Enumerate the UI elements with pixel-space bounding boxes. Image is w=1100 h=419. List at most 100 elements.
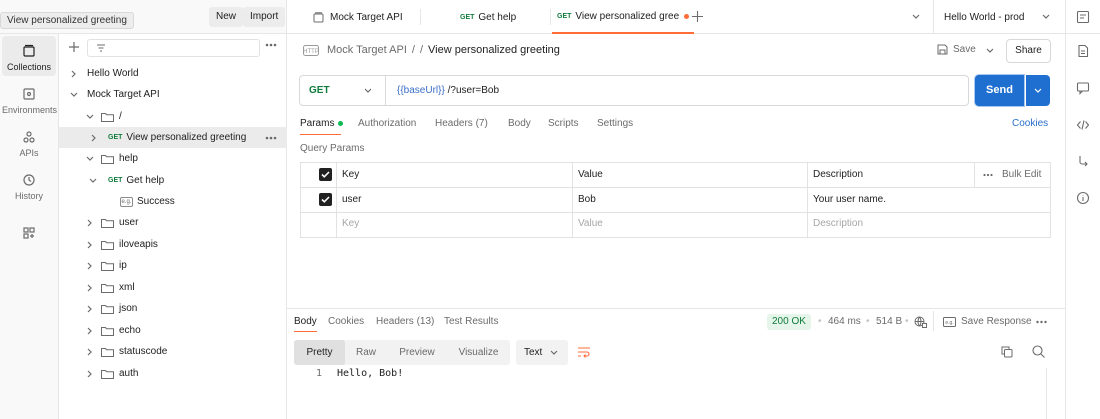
rail-item-environments[interactable]: Environments xyxy=(2,79,57,119)
wrap-lines-icon[interactable] xyxy=(577,346,591,358)
more-options-icon[interactable] xyxy=(983,173,993,177)
tree-item-mock-target-api[interactable]: Mock Target API xyxy=(59,84,287,105)
new-value-input[interactable]: Value xyxy=(578,218,603,229)
response-tab-test-results[interactable]: Test Results xyxy=(444,316,498,327)
tree-item-statuscode-folder[interactable]: statuscode xyxy=(59,341,287,362)
tree-item-echo-folder[interactable]: echo xyxy=(59,320,287,341)
url-bar: GET {{baseUrl}} /?user=Bob xyxy=(299,75,969,106)
more-options-icon[interactable] xyxy=(1036,320,1047,324)
chevron-right-icon xyxy=(85,218,95,228)
tab-body[interactable]: Body xyxy=(508,118,531,129)
sidebar-header: View personalized greeting New Import xyxy=(0,0,287,34)
save-button[interactable]: Save xyxy=(937,44,976,55)
tab-view-personalized-greeting[interactable]: GET View personalized gree xyxy=(552,0,695,34)
bulk-edit-button[interactable]: Bulk Edit xyxy=(1002,169,1041,180)
param-value[interactable]: Bob xyxy=(578,194,596,205)
params-active-dot xyxy=(338,120,344,126)
chevron-down-icon xyxy=(88,176,98,186)
filter-input[interactable] xyxy=(87,39,260,57)
tree-item-json-folder[interactable]: json xyxy=(59,298,287,319)
tab-mock-target-api[interactable]: Mock Target API xyxy=(313,0,403,34)
select-all-checkbox[interactable] xyxy=(319,168,332,181)
col-divider xyxy=(807,163,808,237)
format-visualize[interactable]: Visualize xyxy=(447,340,510,365)
search-icon[interactable] xyxy=(1032,345,1045,358)
share-button[interactable]: Share xyxy=(1006,39,1051,63)
response-time[interactable]: 464 ms xyxy=(828,316,861,327)
tree-item-success-example[interactable]: e.g. Success xyxy=(59,191,287,212)
response-tab-cookies[interactable]: Cookies xyxy=(328,316,364,327)
format-pretty[interactable]: Pretty xyxy=(294,340,345,365)
editor-scrollbar[interactable] xyxy=(1046,368,1047,419)
save-dropdown-icon[interactable] xyxy=(986,48,994,54)
rail-item-history[interactable]: History xyxy=(2,165,56,205)
tree-item-ip-folder[interactable]: ip xyxy=(59,255,287,276)
tree-label: / xyxy=(119,111,122,122)
url-input[interactable]: {{baseUrl}} /?user=Bob xyxy=(397,76,499,105)
tree-item-view-personalized-greeting[interactable]: GET View personalized greeting xyxy=(59,127,287,148)
request-panel-icon[interactable] xyxy=(1076,10,1091,25)
status-badge[interactable]: 200 OK xyxy=(767,314,811,330)
breadcrumb-collection[interactable]: Mock Target API xyxy=(327,44,407,56)
save-icon xyxy=(937,44,948,55)
save-label: Save xyxy=(953,44,976,55)
send-dropdown[interactable] xyxy=(1026,75,1050,106)
documentation-icon[interactable] xyxy=(1076,44,1091,59)
network-globe-icon[interactable] xyxy=(914,316,927,328)
tree-item-iloveapis-folder[interactable]: iloveapis xyxy=(59,234,287,255)
tree-item-auth-folder[interactable]: auth xyxy=(59,363,287,384)
chevron-down-icon[interactable] xyxy=(1042,14,1050,20)
param-key[interactable]: user xyxy=(342,194,361,205)
chevron-right-icon xyxy=(85,369,95,379)
related-requests-icon[interactable] xyxy=(1076,154,1091,169)
info-icon[interactable] xyxy=(1076,191,1091,206)
param-description[interactable]: Your user name. xyxy=(813,194,886,205)
new-tab-icon[interactable] xyxy=(692,11,703,22)
response-size[interactable]: 514 B xyxy=(876,316,902,327)
format-raw[interactable]: Raw xyxy=(345,340,387,365)
tab-settings[interactable]: Settings xyxy=(597,118,633,129)
tab-authorization[interactable]: Authorization xyxy=(358,118,416,129)
format-preview[interactable]: Preview xyxy=(387,340,447,365)
rail-item-configure[interactable] xyxy=(2,218,56,258)
save-response-label: Save Response xyxy=(961,316,1032,327)
more-options-icon[interactable] xyxy=(265,43,277,47)
send-button[interactable]: Send xyxy=(975,75,1024,106)
tree-item-get-help[interactable]: GET Get help xyxy=(59,170,287,191)
tree-item-user-folder[interactable]: user xyxy=(59,212,287,233)
rail-item-apis[interactable]: APIs xyxy=(2,122,56,162)
tab-params[interactable]: Params xyxy=(300,118,344,129)
new-button[interactable]: New xyxy=(209,7,244,27)
row-checkbox[interactable] xyxy=(319,193,332,206)
import-button[interactable]: Import xyxy=(243,7,286,27)
tree-item-root-folder[interactable]: / xyxy=(59,106,287,127)
language-select[interactable]: Text xyxy=(516,340,568,365)
code-icon[interactable] xyxy=(1076,118,1091,133)
comments-icon[interactable] xyxy=(1076,81,1091,96)
tree-item-hello-world[interactable]: Hello World xyxy=(59,63,287,84)
copy-icon[interactable] xyxy=(1001,346,1013,358)
response-tab-headers[interactable]: Headers (13) xyxy=(376,316,434,327)
new-description-input[interactable]: Description xyxy=(813,218,863,229)
response-tab-body[interactable]: Body xyxy=(294,316,317,332)
tabs-dropdown-icon[interactable] xyxy=(912,14,920,20)
tree-item-help-folder[interactable]: help xyxy=(59,148,287,169)
plus-icon[interactable] xyxy=(68,41,80,53)
rail-item-collections[interactable]: Collections xyxy=(2,36,56,76)
environment-selector[interactable]: Hello World - prod xyxy=(944,0,1024,34)
breadcrumb-folder[interactable]: / xyxy=(412,44,415,56)
breadcrumb-folder[interactable]: / xyxy=(420,44,423,56)
new-key-input[interactable]: Key xyxy=(342,218,359,229)
tab-scripts[interactable]: Scripts xyxy=(548,118,579,129)
chevron-down-icon xyxy=(1034,88,1042,94)
method-select[interactable]: GET xyxy=(300,76,386,105)
tab-headers[interactable]: Headers (7) xyxy=(435,118,488,129)
tree-item-xml-folder[interactable]: xml xyxy=(59,277,287,298)
tab-get-help[interactable]: GET Get help xyxy=(460,0,516,34)
more-options-icon[interactable] xyxy=(265,136,277,140)
collections-sidebar: Hello World Mock Target API / GET View p… xyxy=(59,34,287,419)
save-response-button[interactable]: e.g. Save Response xyxy=(943,316,1032,327)
cookies-link[interactable]: Cookies xyxy=(1012,118,1048,129)
tree-label: ip xyxy=(119,260,127,271)
tree-label: help xyxy=(119,153,138,164)
